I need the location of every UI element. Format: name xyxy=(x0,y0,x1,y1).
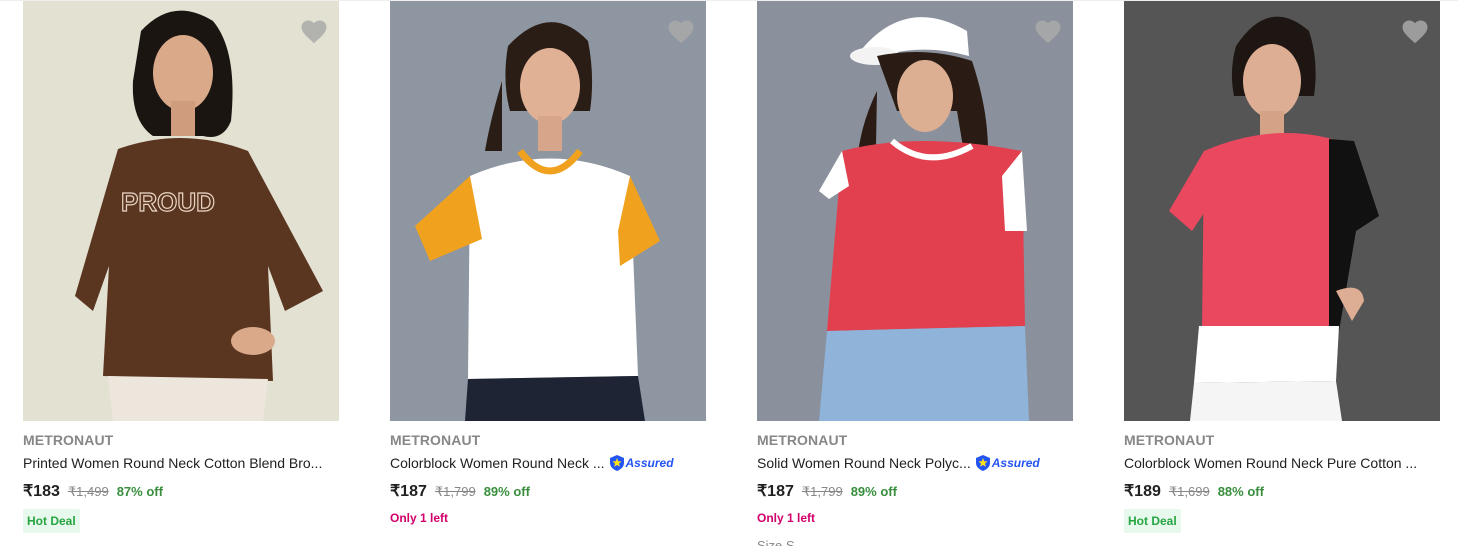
hot-deal-badge: Hot Deal xyxy=(23,509,80,533)
product-image[interactable] xyxy=(390,1,706,421)
product-title[interactable]: Colorblock Women Round Neck Pure Cotton … xyxy=(1124,455,1417,471)
discount-percent: 89% off xyxy=(483,484,530,499)
product-card[interactable]: METRONAUT Colorblock Women Round Neck Pu… xyxy=(1124,0,1440,546)
assured-label: Assured xyxy=(625,456,674,470)
product-card[interactable]: PROUD METRONAUT Printed Women Round Neck… xyxy=(23,0,339,546)
product-title[interactable]: Printed Women Round Neck Cotton Blend Br… xyxy=(23,455,322,471)
original-price: ₹1,499 xyxy=(67,484,109,499)
price-row: ₹189 ₹1,699 88% off xyxy=(1124,481,1264,501)
selling-price: ₹187 xyxy=(757,483,794,500)
product-title[interactable]: Colorblock Women Round Neck ... xyxy=(390,455,605,471)
discount-percent: 88% off xyxy=(1217,484,1264,499)
stock-status: Only 1 left xyxy=(390,511,449,525)
assured-shield-icon xyxy=(609,455,624,471)
selling-price: ₹189 xyxy=(1124,483,1161,500)
size-label: Size S xyxy=(757,538,795,546)
selling-price: ₹183 xyxy=(23,483,60,500)
discount-percent: 89% off xyxy=(850,484,897,499)
assured-shield-icon xyxy=(975,455,990,471)
product-image[interactable] xyxy=(757,1,1073,421)
wishlist-heart-icon[interactable] xyxy=(299,17,329,47)
product-card[interactable]: METRONAUT Colorblock Women Round Neck ..… xyxy=(390,0,706,546)
brand-name: METRONAUT xyxy=(1124,432,1215,448)
discount-percent: 87% off xyxy=(116,484,163,499)
price-row: ₹183 ₹1,499 87% off xyxy=(23,481,163,501)
original-price: ₹1,699 xyxy=(1168,484,1210,499)
brand-name: METRONAUT xyxy=(757,432,848,448)
product-image[interactable]: PROUD xyxy=(23,1,339,421)
wishlist-heart-icon[interactable] xyxy=(1033,17,1063,47)
stock-status: Only 1 left xyxy=(757,511,816,525)
brand-name: METRONAUT xyxy=(23,432,114,448)
product-title[interactable]: Solid Women Round Neck Polyc... xyxy=(757,455,971,471)
price-row: ₹187 ₹1,799 89% off xyxy=(757,481,897,501)
hot-deal-badge: Hot Deal xyxy=(1124,509,1181,533)
assured-label: Assured xyxy=(991,456,1040,470)
price-row: ₹187 ₹1,799 89% off xyxy=(390,481,530,501)
product-card[interactable]: METRONAUT Solid Women Round Neck Polyc..… xyxy=(757,0,1073,546)
original-price: ₹1,799 xyxy=(801,484,843,499)
brand-name: METRONAUT xyxy=(390,432,481,448)
shirt-print-text: PROUD xyxy=(121,187,215,217)
wishlist-heart-icon[interactable] xyxy=(666,17,696,47)
wishlist-heart-icon[interactable] xyxy=(1400,17,1430,47)
selling-price: ₹187 xyxy=(390,483,427,500)
product-image[interactable] xyxy=(1124,1,1440,421)
assured-badge: Assured xyxy=(609,454,674,472)
original-price: ₹1,799 xyxy=(434,484,476,499)
assured-badge: Assured xyxy=(975,454,1040,472)
